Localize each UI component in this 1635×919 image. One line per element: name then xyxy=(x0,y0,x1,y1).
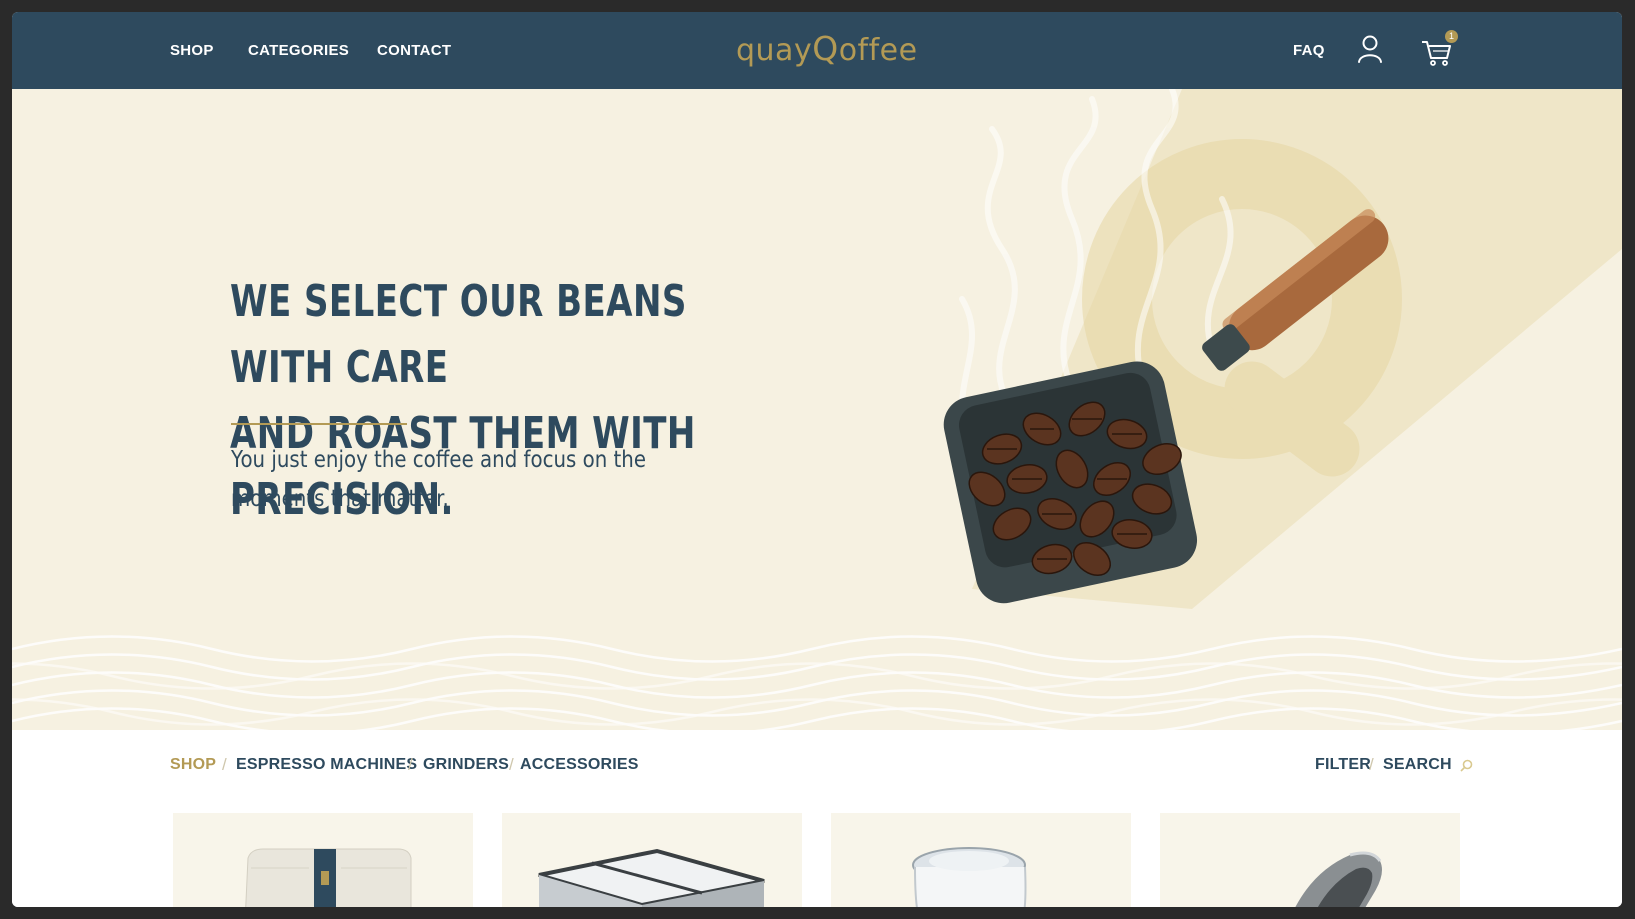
product-card-milk-pitcher[interactable] xyxy=(831,813,1131,907)
filter-link[interactable]: FILTER xyxy=(1315,756,1371,774)
logo-q-mark: Q xyxy=(812,29,839,68)
toolbar-separator: / xyxy=(1369,755,1374,774)
nav-categories-link[interactable]: CATEGORIES xyxy=(248,42,349,59)
product-card-tamper[interactable] xyxy=(1160,813,1460,907)
wave-pattern xyxy=(12,635,1622,730)
cart-count-badge: 1 xyxy=(1445,30,1458,43)
logo-prefix: quay xyxy=(736,33,813,68)
user-icon[interactable] xyxy=(1356,34,1388,68)
logo-suffix: offee xyxy=(838,33,918,68)
shop-section: SHOP / ESPRESSO MACHINES / GRINDERS / AC… xyxy=(12,730,1622,907)
category-grinders[interactable]: GRINDERS xyxy=(423,756,509,774)
search-icon[interactable] xyxy=(1460,759,1473,772)
category-espresso-machines[interactable]: ESPRESSO MACHINES xyxy=(236,756,417,774)
cart-icon[interactable]: 1 xyxy=(1421,30,1458,68)
nav-faq-link[interactable]: FAQ xyxy=(1293,42,1325,59)
hero-subtitle: You just enjoy the coffee and focus on t… xyxy=(231,441,678,519)
category-separator: / xyxy=(509,755,514,774)
category-shop[interactable]: SHOP xyxy=(170,756,216,774)
site-logo[interactable]: quayQoffee xyxy=(736,26,917,76)
milk-pitcher-image xyxy=(912,847,1027,907)
coffee-bag-image xyxy=(245,848,412,907)
category-accessories[interactable]: ACCESSORIES xyxy=(520,756,639,774)
browser-viewport: SHOP CATEGORIES CONTACT quayQoffee FAQ 1 xyxy=(12,12,1622,907)
nav-shop-link[interactable]: SHOP xyxy=(170,42,214,59)
nav-contact-link[interactable]: CONTACT xyxy=(377,42,451,59)
hero-section: WE SELECT OUR BEANS WITH CARE AND ROAST … xyxy=(12,89,1622,730)
category-separator: / xyxy=(222,755,227,774)
knock-box-image xyxy=(538,848,765,907)
tamper-image xyxy=(1295,851,1382,907)
top-navigation-bar: SHOP CATEGORIES CONTACT quayQoffee FAQ 1 xyxy=(12,12,1622,89)
category-separator: / xyxy=(408,755,413,774)
hero-subtitle-line2: moments that matter. xyxy=(231,486,449,512)
product-card-knock-box[interactable] xyxy=(502,813,802,907)
product-card-coffee-bag[interactable] xyxy=(173,813,473,907)
hero-headline-line1: WE SELECT OUR BEANS WITH CARE xyxy=(230,276,687,393)
hero-subtitle-line1: You just enjoy the coffee and focus on t… xyxy=(231,447,647,473)
hero-divider xyxy=(231,423,407,425)
search-link[interactable]: SEARCH xyxy=(1383,756,1452,774)
